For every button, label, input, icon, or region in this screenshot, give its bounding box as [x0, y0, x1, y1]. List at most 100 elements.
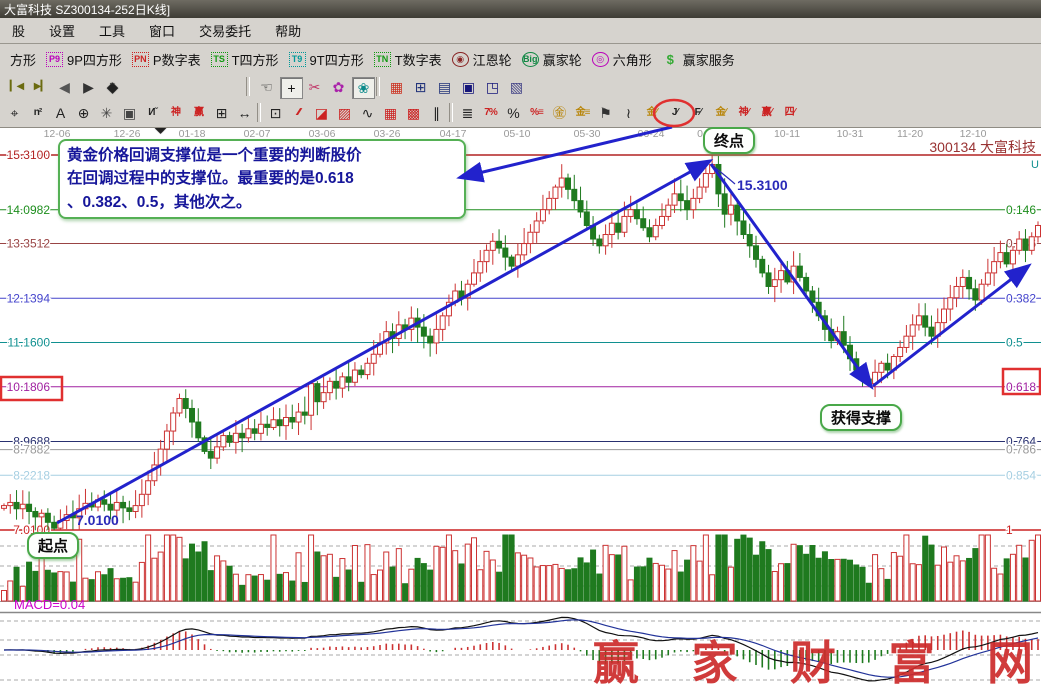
toolbar-separator	[246, 77, 250, 96]
support-badge: 获得支撑	[820, 404, 902, 431]
flag-icon[interactable]: ⚑	[595, 103, 616, 123]
svg-text:8.2218: 8.2218	[13, 468, 50, 482]
menu-item-0[interactable]: 股	[0, 21, 37, 40]
nav-last-icon[interactable]: ▶▎	[30, 77, 51, 97]
j-slash-icon[interactable]: J∕	[664, 103, 685, 123]
gold-retracement-tooltip: 黄金价格回调支撑位是一个重要的判断股价 在回调过程中的支撑位。最重要的是0.61…	[58, 139, 466, 219]
gann-compass-icon[interactable]: ⊕	[73, 103, 94, 123]
toolbar-item-9T四方形[interactable]: T99T四方形	[289, 50, 364, 69]
calculator-icon[interactable]: ⊞	[410, 77, 431, 97]
menu-item-5[interactable]: 帮助	[263, 21, 313, 40]
pin-tool-icon[interactable]: ✂	[304, 77, 325, 97]
parallel-icon[interactable]: ∥	[426, 103, 447, 123]
num-grid-icon[interactable]: ⊞	[211, 103, 232, 123]
percent-lines-icon[interactable]: %≡	[526, 103, 547, 123]
赢家服务-icon: $	[662, 52, 679, 67]
toolbar-item-赢家服务[interactable]: $赢家服务	[662, 50, 735, 69]
title-bar[interactable]: 大富科技 SZ300134-252日K线]	[0, 0, 1041, 18]
hand-tool-icon[interactable]: ☜	[256, 77, 277, 97]
svg-text:0.854: 0.854	[1006, 468, 1036, 482]
fan-box-icon[interactable]: ◪	[311, 103, 332, 123]
workstation-icon[interactable]: ▧	[506, 77, 527, 97]
menu-item-2[interactable]: 工具	[87, 21, 137, 40]
tooltip-line-1: 黄金价格回调支撑位是一个重要的判断股价	[67, 144, 457, 167]
gold-slash-icon[interactable]: 金∕	[710, 103, 731, 123]
zoom-left-icon[interactable]: ◆←	[102, 77, 123, 97]
gold-lines-icon[interactable]: 金≡	[572, 103, 593, 123]
svg-text:12.1394: 12.1394	[7, 291, 51, 305]
macd-pane	[4, 617, 1038, 681]
pct7-icon[interactable]: 7%	[480, 103, 501, 123]
ying-tool-icon[interactable]: 赢	[188, 103, 209, 123]
notes-icon[interactable]: ▤	[434, 77, 455, 97]
startpoint-badge: 起点	[27, 532, 79, 559]
star-grid-icon[interactable]: ✳	[96, 103, 117, 123]
menu-item-4[interactable]: 交易委托	[187, 21, 263, 40]
percent-icon[interactable]: %	[503, 103, 524, 123]
shen-slash-icon[interactable]: 神∕	[733, 103, 754, 123]
gold-circle-icon[interactable]: ㊎	[549, 103, 570, 123]
save-web-icon[interactable]: ◳	[482, 77, 503, 97]
calendar-icon[interactable]: ▦	[386, 77, 407, 97]
menu-item-3[interactable]: 窗口	[137, 21, 187, 40]
toolbar-drawing-tools: ⌖n²A⊕✳▣И˝神赢⊞↔⊡∕∕∕◪▨∿▦▩∥≣7%%%≡㊎金≡⚑≀金∕J∕F∕…	[0, 100, 1041, 128]
endpoint-badge: 终点	[703, 127, 755, 154]
red-grid-icon[interactable]: ▦	[380, 103, 401, 123]
svg-text:05-30: 05-30	[574, 128, 601, 140]
tooltip-line-2: 在回调过程中的支撑位。最重要的是0.618	[67, 167, 457, 190]
nav-first-icon[interactable]: ▎◀	[6, 77, 27, 97]
六角形-icon: ◎	[592, 52, 609, 67]
ruler-123-icon[interactable]: ≣	[457, 103, 478, 123]
tooltip-line-3: 、0.382、0.5，其他次之。	[67, 191, 457, 214]
svg-text:10.1806: 10.1806	[7, 380, 51, 394]
watermark: 赢家财富网	[593, 636, 1033, 687]
n-squared-icon[interactable]: n²	[27, 103, 48, 123]
wave-icon[interactable]: ≀	[618, 103, 639, 123]
svg-text:13.3512: 13.3512	[7, 237, 51, 251]
nav-next-icon[interactable]: ▶	[78, 77, 99, 97]
nav-prev-icon[interactable]: ◀	[54, 77, 75, 97]
svg-text:0.5: 0.5	[1006, 336, 1023, 350]
9P四方形-icon: P9	[46, 52, 63, 67]
toolbar-item-方形[interactable]: 方形	[10, 50, 36, 69]
zigzag-icon[interactable]: ∿	[357, 103, 378, 123]
svg-text:10-31: 10-31	[837, 128, 864, 140]
box-grid-icon[interactable]: ▣	[119, 103, 140, 123]
svg-text:06-24: 06-24	[638, 128, 665, 140]
red-grid2-icon[interactable]: ▩	[403, 103, 424, 123]
P数字表-icon: PN	[132, 52, 149, 67]
toolbar-item-9P四方形[interactable]: P99P四方形	[46, 50, 122, 69]
gann-angle-icon[interactable]: И˝	[142, 103, 163, 123]
toolbar-item-六角形[interactable]: ◎六角形	[592, 50, 652, 69]
diag-box-icon[interactable]: ▨	[334, 103, 355, 123]
toolbar-item-T四方形[interactable]: TST四方形	[211, 50, 279, 69]
toolbar-item-P数字表[interactable]: PNP数字表	[132, 50, 201, 69]
shen-tool-icon[interactable]: 神	[165, 103, 186, 123]
width-measure-icon[interactable]: ↔	[234, 103, 255, 123]
box-tool-icon[interactable]: ⊡	[265, 103, 286, 123]
T数字表-icon: TN	[374, 52, 391, 67]
svg-text:0.618: 0.618	[1006, 380, 1036, 394]
save-icon[interactable]: ▣	[458, 77, 479, 97]
svg-text:15.3100: 15.3100	[7, 148, 51, 162]
window-title: 大富科技 SZ300134-252日K线]	[4, 1, 170, 18]
menu-item-1[interactable]: 设置	[37, 21, 87, 40]
ying-slash-icon[interactable]: 赢∕	[756, 103, 777, 123]
toolbar-item-T数字表[interactable]: TNT数字表	[374, 50, 442, 69]
crosshair-tool-icon[interactable]: +	[280, 77, 303, 99]
toolbar-item-赢家轮[interactable]: Big赢家轮	[522, 50, 582, 69]
brain-tool-icon[interactable]: ❀	[352, 77, 375, 99]
app-window: { "window": { "title": "大富科技 SZ300134-25…	[0, 0, 1041, 687]
si-slash-icon[interactable]: 四∕	[779, 103, 800, 123]
f-slash-icon[interactable]: F∕	[687, 103, 708, 123]
gold-retrace-icon[interactable]: 金∕	[641, 103, 662, 123]
target-cross-icon[interactable]: ⌖	[4, 103, 25, 123]
angle-a-icon[interactable]: A	[50, 103, 71, 123]
peak-price-callout: 15.3100	[737, 177, 788, 193]
fan-lines-icon[interactable]: ∕∕∕	[288, 103, 309, 123]
toolbar-item-江恩轮[interactable]: ◉江恩轮	[452, 50, 512, 69]
toolbar-separator	[449, 103, 453, 122]
pattern-tool-icon[interactable]: ✿	[328, 77, 349, 97]
toolbar-separator	[257, 103, 261, 122]
svg-text:11.1600: 11.1600	[8, 336, 51, 350]
